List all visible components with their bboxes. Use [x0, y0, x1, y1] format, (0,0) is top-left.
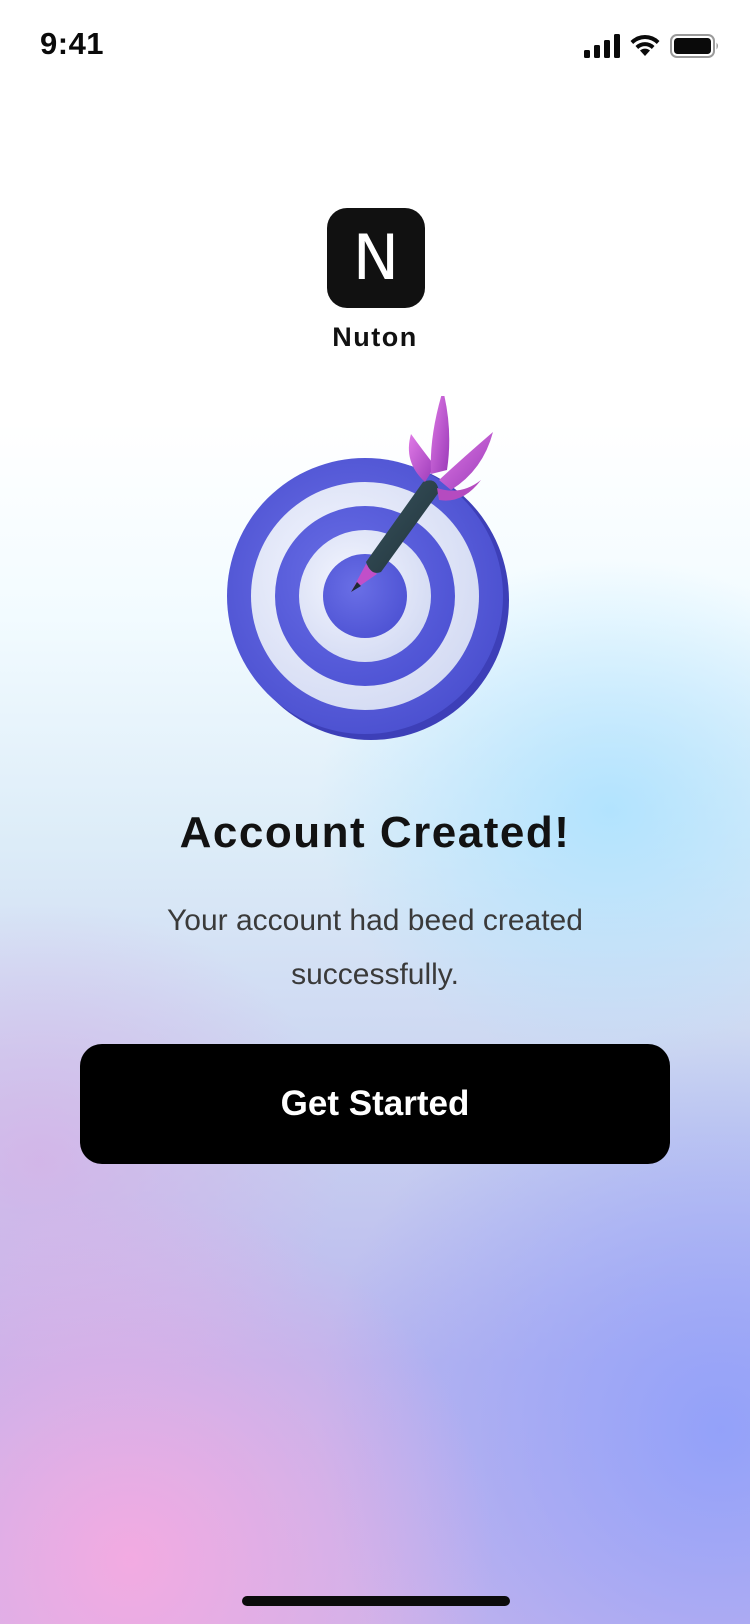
app-logo: N: [327, 208, 425, 308]
status-bar: 9:41: [0, 0, 750, 92]
brand-name: Nuton: [332, 322, 418, 352]
success-message: Your account had beed created successful…: [167, 904, 583, 991]
cellular-signal-icon: [584, 34, 620, 58]
wifi-icon: [629, 34, 661, 58]
target-with-dart-icon: [225, 396, 525, 746]
get-started-button[interactable]: Get Started: [80, 1044, 670, 1164]
status-time: 9:41: [40, 26, 105, 61]
page-title: Account Created!: [179, 808, 571, 857]
status-icons: [584, 34, 720, 58]
battery-icon: [670, 34, 720, 58]
logo-letter: N: [352, 221, 400, 294]
home-indicator[interactable]: [242, 1596, 510, 1606]
